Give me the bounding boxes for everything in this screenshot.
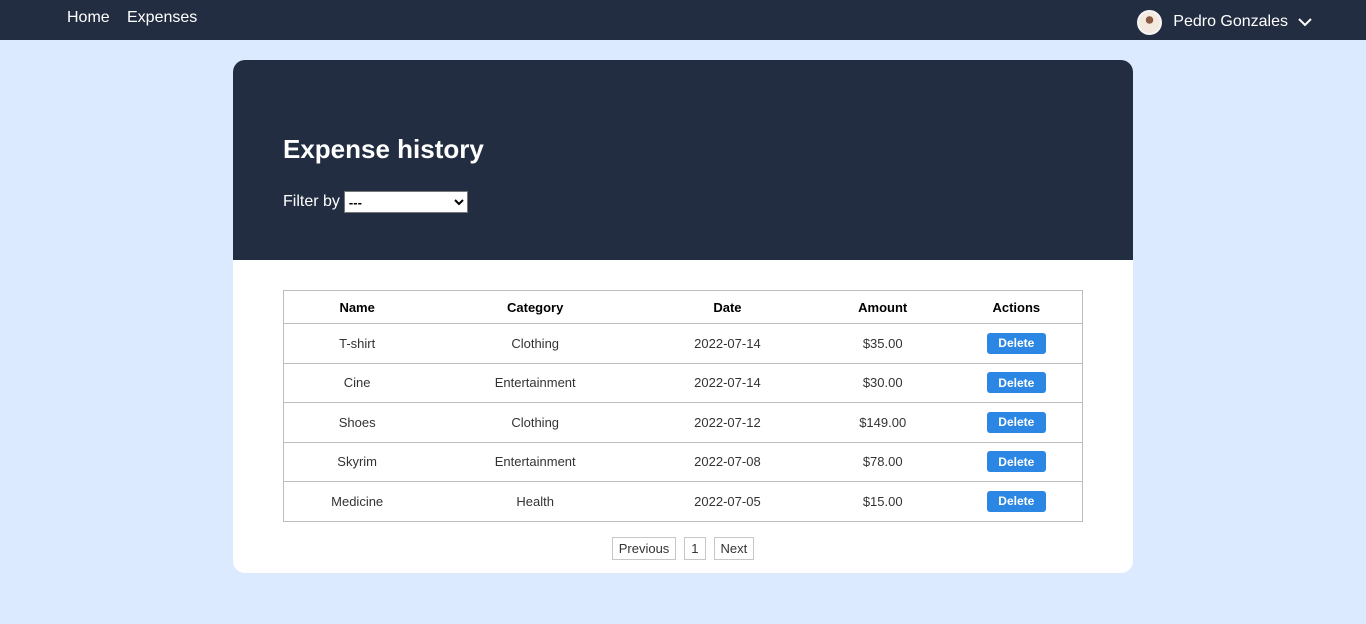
cell-amount: $35.00: [814, 323, 951, 364]
column-header-amount: Amount: [814, 290, 951, 324]
cell-name: Shoes: [283, 402, 431, 443]
top-navbar: Home Expenses Pedro Gonzales: [0, 0, 1366, 40]
cell-category: Entertainment: [430, 441, 641, 482]
cell-actions: Delete: [950, 323, 1083, 364]
cell-date: 2022-07-14: [640, 323, 815, 364]
table-row: Cine Entertainment 2022-07-14 $30.00 Del…: [283, 362, 1083, 403]
filter-label: Filter by: [283, 193, 340, 210]
nav-home-link[interactable]: Home: [67, 9, 110, 27]
cell-category: Health: [430, 481, 641, 522]
delete-button[interactable]: Delete: [986, 411, 1046, 433]
cell-date: 2022-07-05: [640, 481, 815, 522]
nav-expenses-link[interactable]: Expenses: [127, 9, 197, 27]
chevron-down-icon: [1298, 18, 1312, 27]
cell-actions: Delete: [950, 362, 1083, 403]
pagination: Previous 1 Next: [233, 537, 1133, 560]
cell-name: Skyrim: [283, 441, 431, 482]
card-header: Expense history Filter by ---: [233, 60, 1133, 260]
page-title: Expense history: [283, 134, 484, 164]
next-page-button[interactable]: Next: [713, 537, 755, 560]
cell-name: Cine: [283, 362, 431, 403]
cell-category: Entertainment: [430, 362, 641, 403]
cell-date: 2022-07-14: [640, 362, 815, 403]
cell-amount: $30.00: [814, 362, 951, 403]
column-header-date: Date: [640, 290, 815, 324]
cell-amount: $149.00: [814, 402, 951, 443]
expenses-table: Name Category Date Amount Actions T-shir…: [283, 290, 1083, 522]
cell-date: 2022-07-12: [640, 402, 815, 443]
cell-category: Clothing: [430, 323, 641, 364]
table-header-row: Name Category Date Amount Actions: [283, 290, 1083, 324]
table-row: T-shirt Clothing 2022-07-14 $35.00 Delet…: [283, 323, 1083, 364]
page-number-button[interactable]: 1: [684, 537, 706, 560]
column-header-name: Name: [283, 290, 431, 324]
filter-select[interactable]: ---: [343, 191, 468, 213]
cell-date: 2022-07-08: [640, 441, 815, 482]
cell-name: Medicine: [283, 481, 431, 522]
table-row: Shoes Clothing 2022-07-12 $149.00 Delete: [283, 402, 1083, 443]
expense-card: Expense history Filter by --- Name Categ…: [233, 60, 1133, 573]
cell-amount: $78.00: [814, 441, 951, 482]
delete-button[interactable]: Delete: [986, 490, 1046, 512]
filter-row: Filter by ---: [283, 191, 468, 213]
delete-button[interactable]: Delete: [986, 451, 1046, 473]
column-header-category: Category: [430, 290, 641, 324]
column-header-actions: Actions: [950, 290, 1083, 324]
cell-category: Clothing: [430, 402, 641, 443]
avatar: [1137, 9, 1163, 35]
cell-name: T-shirt: [283, 323, 431, 364]
cell-actions: Delete: [950, 481, 1083, 522]
previous-page-button[interactable]: Previous: [611, 537, 677, 560]
delete-button[interactable]: Delete: [986, 332, 1046, 354]
table-row: Skyrim Entertainment 2022-07-08 $78.00 D…: [283, 441, 1083, 482]
table-row: Medicine Health 2022-07-05 $15.00 Delete: [283, 481, 1083, 522]
cell-actions: Delete: [950, 402, 1083, 443]
cell-amount: $15.00: [814, 481, 951, 522]
user-name: Pedro Gonzales: [1173, 13, 1288, 30]
delete-button[interactable]: Delete: [986, 372, 1046, 394]
cell-actions: Delete: [950, 441, 1083, 482]
user-menu[interactable]: Pedro Gonzales: [1137, 9, 1312, 35]
